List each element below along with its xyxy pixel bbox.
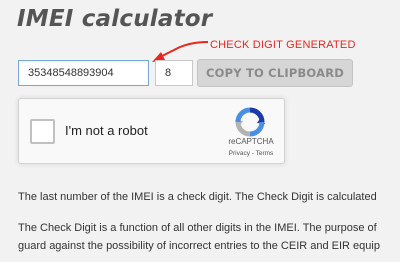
- paragraph-check-digit-function: The Check Digit is a function of all oth…: [18, 219, 380, 255]
- copy-to-clipboard-button[interactable]: COPY TO CLIPBOARD: [197, 59, 353, 87]
- paragraph-line: guard against the possibility of incorre…: [18, 240, 380, 252]
- paragraph-line: The Check Digit is a function of all oth…: [18, 222, 377, 234]
- recaptcha-logo-icon: [235, 107, 265, 137]
- paragraph-line: The last number of the IMEI is a check d…: [18, 191, 377, 203]
- recaptcha-brand: reCAPTCHA: [228, 137, 274, 146]
- check-digit-annotation: CHECK DIGIT GENERATED: [210, 39, 356, 51]
- check-digit-field[interactable]: 8: [155, 60, 193, 86]
- terms-link[interactable]: Terms: [256, 150, 274, 157]
- recaptcha-checkbox[interactable]: [30, 119, 55, 144]
- recaptcha-label: I'm not a robot: [65, 123, 148, 138]
- imei-input[interactable]: 35348548893904: [18, 60, 149, 86]
- privacy-link[interactable]: Privacy: [229, 150, 250, 157]
- recaptcha-widget: I'm not a robot reCAPTCHA Privacy - Term…: [18, 98, 285, 164]
- paragraph-check-digit: The last number of the IMEI is a check d…: [18, 188, 377, 206]
- page-title: IMEI calculator: [17, 6, 213, 32]
- recaptcha-links: Privacy - Terms: [221, 150, 281, 157]
